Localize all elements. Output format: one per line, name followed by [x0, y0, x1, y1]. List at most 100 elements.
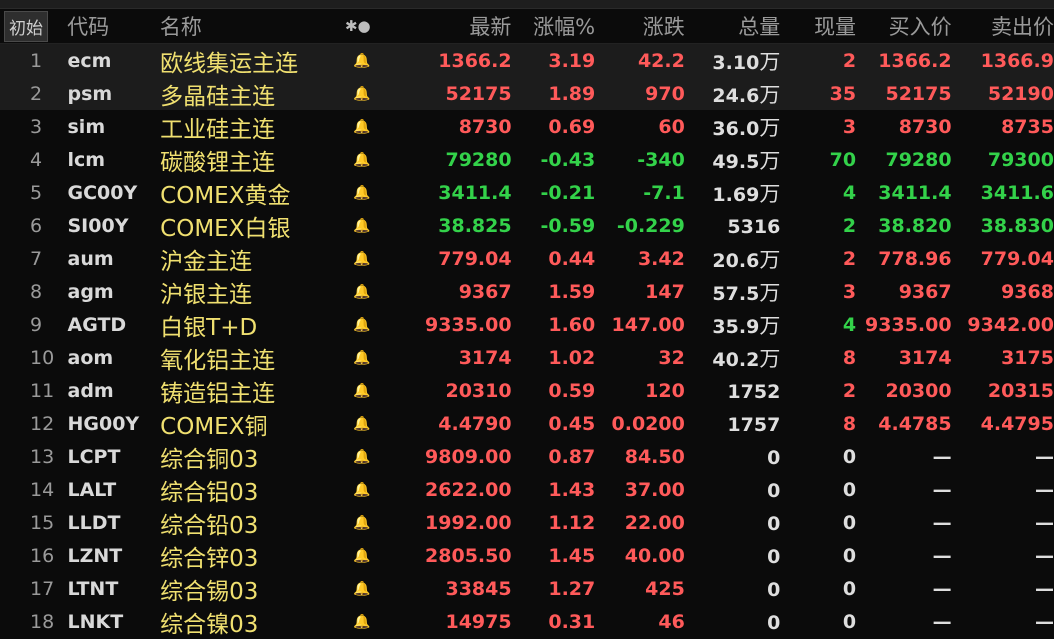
- row-vol-value: 36.0: [712, 117, 760, 140]
- table-row[interactable]: 14 LALT 综合铝03 🔔 2622.00 1.43 37.00 0 0 — —: [0, 473, 1054, 506]
- row-last: 20310: [445, 379, 512, 402]
- asterisk-dot-icon[interactable]: ✱●: [345, 17, 378, 35]
- row-pct: 0.44: [548, 247, 596, 270]
- row-vol: 35.9万: [685, 310, 780, 340]
- bell-icon[interactable]: 🔔: [345, 218, 378, 234]
- row-bid: 4.4785: [878, 412, 952, 435]
- row-code: lcm: [67, 148, 106, 171]
- table-row[interactable]: 9 AGTD 白银T+D 🔔 9335.00 1.60 147.00 35.9万 4 9335.0…: [0, 308, 1054, 341]
- col-header-cur[interactable]: 现量: [780, 11, 856, 41]
- bell-icon[interactable]: 🔔: [345, 350, 378, 366]
- row-vol-value: 40.2: [712, 348, 760, 371]
- col-header-code[interactable]: 代码: [61, 11, 152, 41]
- top-tab-strip[interactable]: [0, 0, 1054, 9]
- bell-icon[interactable]: 🔔: [345, 515, 378, 531]
- bell-icon[interactable]: 🔔: [345, 53, 378, 69]
- row-cur: 0: [842, 610, 857, 633]
- row-vol-value: 20.6: [712, 249, 760, 272]
- table-row[interactable]: 4 lcm 碳酸锂主连 🔔 79280 -0.43 -340 49.5万 70 79280 7930…: [0, 143, 1054, 176]
- table-row[interactable]: 17 LTNT 综合锡03 🔔 33845 1.27 425 0 0 — —: [0, 572, 1054, 605]
- row-name: 沪金主连: [160, 248, 253, 275]
- table-row[interactable]: 3 sim 工业硅主连 🔔 8730 0.69 60 36.0万 3 8730 8735: [0, 110, 1054, 143]
- row-name: 多晶硅主连: [160, 83, 276, 110]
- col-header-pct[interactable]: 涨幅%: [511, 11, 595, 41]
- row-name: 综合锡03: [160, 578, 259, 605]
- row-bid: 8730: [898, 115, 952, 138]
- table-row[interactable]: 10 aom 氧化铝主连 🔔 3174 1.02 32 40.2万 8 3174 3175: [0, 341, 1054, 374]
- table-row[interactable]: 11 adm 铸造铝主连 🔔 20310 0.59 120 1752 2 20300 20315: [0, 374, 1054, 407]
- row-chg: 37.00: [624, 478, 685, 501]
- bell-icon[interactable]: 🔔: [345, 284, 378, 300]
- bell-icon[interactable]: 🔔: [345, 185, 378, 201]
- table-row[interactable]: 8 agm 沪银主连 🔔 9367 1.59 147 57.5万 3 9367 9368: [0, 275, 1054, 308]
- row-chg: 32: [658, 346, 685, 369]
- row-chg: 22.00: [624, 511, 685, 534]
- table-row[interactable]: 18 LNKT 综合镍03 🔔 14975 0.31 46 0 0 — —: [0, 605, 1054, 638]
- row-bid: 38.820: [878, 214, 952, 237]
- row-name: 碳酸锂主连: [160, 149, 276, 176]
- row-cur: 2: [842, 49, 857, 72]
- row-vol-unit: 万: [759, 280, 781, 305]
- col-header-chg[interactable]: 涨跌: [595, 11, 685, 41]
- row-pct: 1.02: [548, 346, 596, 369]
- col-header-name[interactable]: 名称: [152, 11, 345, 41]
- bell-icon[interactable]: 🔔: [345, 416, 378, 432]
- row-bid: 20300: [885, 379, 952, 402]
- row-ask: 52190: [987, 82, 1054, 105]
- row-ask: 38.830: [980, 214, 1054, 237]
- row-pct: 0.31: [548, 610, 596, 633]
- row-vol: 36.0万: [685, 112, 780, 142]
- row-chg: 40.00: [624, 544, 685, 567]
- row-vol: 5316: [685, 214, 780, 238]
- row-last: 3411.4: [438, 181, 512, 204]
- col-header-bid[interactable]: 买入价: [856, 11, 952, 41]
- table-row[interactable]: 5 GC00Y COMEX黄金 🔔 3411.4 -0.21 -7.1 1.69万 4 3411.…: [0, 176, 1054, 209]
- row-vol: 57.5万: [685, 277, 780, 307]
- col-header-last[interactable]: 最新: [378, 11, 511, 41]
- bell-icon[interactable]: 🔔: [345, 317, 378, 333]
- col-header-ask[interactable]: 卖出价: [952, 11, 1054, 41]
- row-bid: 1366.2: [878, 49, 952, 72]
- table-row[interactable]: 1 ecm 欧线集运主连 🔔 1366.2 3.19 42.2 3.10万 2 1366.2 136…: [0, 44, 1054, 77]
- table-row[interactable]: 13 LCPT 综合铜03 🔔 9809.00 0.87 84.50 0 0 — —: [0, 440, 1054, 473]
- table-row[interactable]: 2 psm 多晶硅主连 🔔 52175 1.89 970 24.6万 35 52175 52190: [0, 77, 1054, 110]
- row-vol-value: 1757: [727, 413, 781, 436]
- row-vol: 40.2万: [685, 343, 780, 373]
- row-vol: 0: [685, 511, 780, 535]
- table-row[interactable]: 6 SI00Y COMEX白银 🔔 38.825 -0.59 -0.229 5316 2 38.8…: [0, 209, 1054, 242]
- row-vol-value: 24.6: [712, 84, 760, 107]
- row-code: LNKT: [67, 610, 124, 633]
- row-bid: 778.96: [878, 247, 952, 270]
- init-button[interactable]: 初始: [4, 10, 48, 42]
- bell-icon[interactable]: 🔔: [345, 449, 378, 465]
- bell-icon[interactable]: 🔔: [345, 482, 378, 498]
- row-bid: 9335.00: [865, 313, 952, 336]
- row-vol-unit: 万: [759, 247, 781, 272]
- bell-icon[interactable]: 🔔: [345, 383, 378, 399]
- bell-icon[interactable]: 🔔: [345, 581, 378, 597]
- row-vol-value: 0: [767, 545, 781, 568]
- table-row[interactable]: 16 LZNT 综合锌03 🔔 2805.50 1.45 40.00 0 0 — —: [0, 539, 1054, 572]
- bell-icon[interactable]: 🔔: [345, 119, 378, 135]
- row-last: 779.04: [438, 247, 512, 270]
- row-pct: 1.60: [548, 313, 596, 336]
- table-row[interactable]: 12 HG00Y COMEX铜 🔔 4.4790 0.45 0.0200 1757 8 4.478…: [0, 407, 1054, 440]
- bell-icon[interactable]: 🔔: [345, 614, 378, 630]
- row-cur: 35: [829, 82, 857, 105]
- bell-icon[interactable]: 🔔: [345, 251, 378, 267]
- row-chg: 120: [645, 379, 685, 402]
- row-bid: 9367: [898, 280, 952, 303]
- row-vol: 20.6万: [685, 244, 780, 274]
- bell-icon[interactable]: 🔔: [345, 86, 378, 102]
- table-row[interactable]: 7 aum 沪金主连 🔔 779.04 0.44 3.42 20.6万 2 778.96 779.0…: [0, 242, 1054, 275]
- col-header-vol[interactable]: 总量: [685, 11, 780, 41]
- row-ask: —: [1034, 577, 1054, 600]
- row-pct: 1.43: [548, 478, 596, 501]
- bell-icon[interactable]: 🔔: [345, 152, 378, 168]
- table-row[interactable]: 15 LLDT 综合铅03 🔔 1992.00 1.12 22.00 0 0 — —: [0, 506, 1054, 539]
- bell-icon[interactable]: 🔔: [345, 548, 378, 564]
- row-bid: —: [932, 445, 952, 468]
- row-vol-unit: 万: [759, 82, 781, 107]
- row-chg: 425: [645, 577, 685, 600]
- row-ask: 779.04: [980, 247, 1054, 270]
